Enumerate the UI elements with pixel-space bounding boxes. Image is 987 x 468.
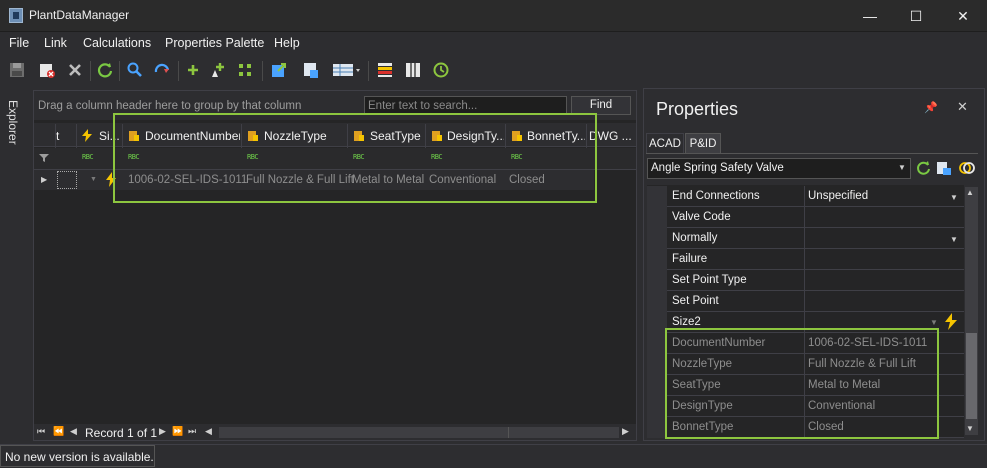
- title-bar: [0, 0, 987, 32]
- next-record-button[interactable]: ▶: [159, 426, 166, 437]
- column-header-t[interactable]: t: [56, 129, 74, 143]
- property-gutter: [647, 207, 667, 228]
- prev-page-button[interactable]: ⏪: [53, 426, 64, 437]
- save-icon[interactable]: [8, 61, 26, 79]
- menu-calculations[interactable]: Calculations: [83, 36, 151, 50]
- property-divider: [804, 270, 805, 291]
- property-name: Valve Code: [672, 211, 731, 223]
- toolbar-separator: [178, 61, 179, 81]
- tab-acad[interactable]: ACAD: [646, 133, 684, 153]
- property-gutter: [647, 312, 667, 333]
- property-name: End Connections: [672, 190, 760, 202]
- property-divider: [804, 249, 805, 270]
- highlight-grid-columns: [113, 113, 597, 203]
- toolbar-separator: [368, 61, 369, 81]
- chevron-down-icon[interactable]: ▼: [898, 163, 906, 172]
- row-dropdown-icon[interactable]: ▼: [90, 176, 97, 183]
- explorer-label[interactable]: Explorer: [6, 100, 20, 145]
- view-options-icon[interactable]: [332, 61, 362, 79]
- toolbar-separator: [90, 61, 91, 81]
- refresh-icon[interactable]: [915, 160, 931, 176]
- pin-icon[interactable]: 📌: [924, 101, 938, 114]
- next-page-button[interactable]: ⏩: [172, 426, 183, 437]
- property-gutter: [647, 270, 667, 291]
- close-icon[interactable]: ✕: [957, 99, 968, 115]
- lightning-icon[interactable]: [944, 313, 958, 330]
- color-bands-icon[interactable]: [376, 61, 394, 79]
- window-title: PlantDataManager: [29, 8, 130, 22]
- vertical-scrollbar-thumb[interactable]: [966, 333, 977, 419]
- prev-record-button[interactable]: ◀: [70, 426, 77, 437]
- property-name: Normally: [672, 232, 718, 244]
- chevron-down-icon[interactable]: ▼: [950, 193, 958, 202]
- property-divider: [804, 207, 805, 228]
- first-page-button[interactable]: ⏮: [37, 426, 45, 437]
- horizontal-scrollbar-thumb[interactable]: [219, 427, 509, 438]
- columns-icon[interactable]: [404, 61, 422, 79]
- property-gutter: [647, 417, 667, 438]
- maximize-button[interactable]: ☐: [893, 0, 939, 32]
- menu-file[interactable]: File: [9, 36, 29, 50]
- property-divider: [804, 228, 805, 249]
- property-gutter: [647, 333, 667, 354]
- class-type-value: Angle Spring Safety Valve: [651, 162, 784, 174]
- chevron-down-icon[interactable]: ▼: [930, 318, 938, 327]
- property-gutter: [647, 228, 667, 249]
- property-name: Failure: [672, 253, 708, 265]
- property-gutter: [647, 354, 667, 375]
- menu-link[interactable]: Link: [44, 36, 67, 50]
- status-text: No new version is available.: [5, 450, 154, 464]
- tab-underline: [646, 153, 978, 154]
- toolbar-separator: [262, 61, 263, 81]
- property-gutter: [647, 249, 667, 270]
- close-button[interactable]: ✕: [940, 0, 986, 32]
- property-divider: [804, 291, 805, 312]
- grid-icon[interactable]: [236, 61, 254, 79]
- minimize-button[interactable]: —: [847, 0, 893, 32]
- chevron-down-icon[interactable]: ▼: [950, 235, 958, 244]
- property-gutter: [647, 396, 667, 417]
- add-tag-icon[interactable]: [209, 61, 227, 79]
- property-gutter: [647, 291, 667, 312]
- property-gutter: [647, 186, 667, 207]
- last-page-button[interactable]: ⏭: [188, 426, 196, 437]
- scroll-down-button[interactable]: ▼: [966, 424, 974, 433]
- delete-record-icon[interactable]: [38, 61, 56, 79]
- text-filter-icon[interactable]: RBC: [82, 153, 94, 161]
- history-icon[interactable]: [432, 61, 450, 79]
- group-hint: Drag a column header here to group by th…: [38, 100, 302, 112]
- toolbar: [0, 55, 987, 85]
- property-name: Set Point: [672, 295, 719, 307]
- highlight-properties: [665, 328, 939, 439]
- app-icon: [9, 8, 23, 23]
- tab-pid[interactable]: P&ID: [685, 133, 721, 153]
- properties-title: Properties: [656, 99, 739, 119]
- property-gutter: [647, 375, 667, 396]
- toggle-icon[interactable]: [959, 160, 975, 176]
- menu-help[interactable]: Help: [274, 36, 300, 50]
- row-indicator-icon: ▶: [41, 175, 48, 184]
- add-icon[interactable]: [184, 61, 202, 79]
- lightning-icon: [82, 129, 92, 142]
- cancel-icon[interactable]: [66, 61, 84, 79]
- import-icon[interactable]: [302, 61, 320, 79]
- property-name: Size2: [672, 316, 701, 328]
- scroll-left-button[interactable]: ◀: [205, 426, 212, 437]
- filter-icon[interactable]: [39, 153, 49, 163]
- export-icon[interactable]: [270, 61, 288, 79]
- refresh-icon[interactable]: [96, 61, 114, 79]
- sync-icon[interactable]: [153, 61, 171, 79]
- menu-properties-palette[interactable]: Properties Palette: [165, 36, 264, 50]
- property-name: Set Point Type: [672, 274, 747, 286]
- find-icon[interactable]: [126, 61, 144, 79]
- select-objects-icon[interactable]: [936, 160, 952, 176]
- toolbar-separator: [119, 61, 120, 81]
- record-label: Record 1 of 1: [85, 426, 158, 440]
- scroll-up-button[interactable]: ▲: [966, 188, 974, 197]
- property-value[interactable]: Unspecified: [808, 190, 868, 202]
- property-divider: [804, 186, 805, 207]
- row-select-cell[interactable]: [57, 171, 77, 189]
- scroll-right-button[interactable]: ▶: [622, 426, 629, 437]
